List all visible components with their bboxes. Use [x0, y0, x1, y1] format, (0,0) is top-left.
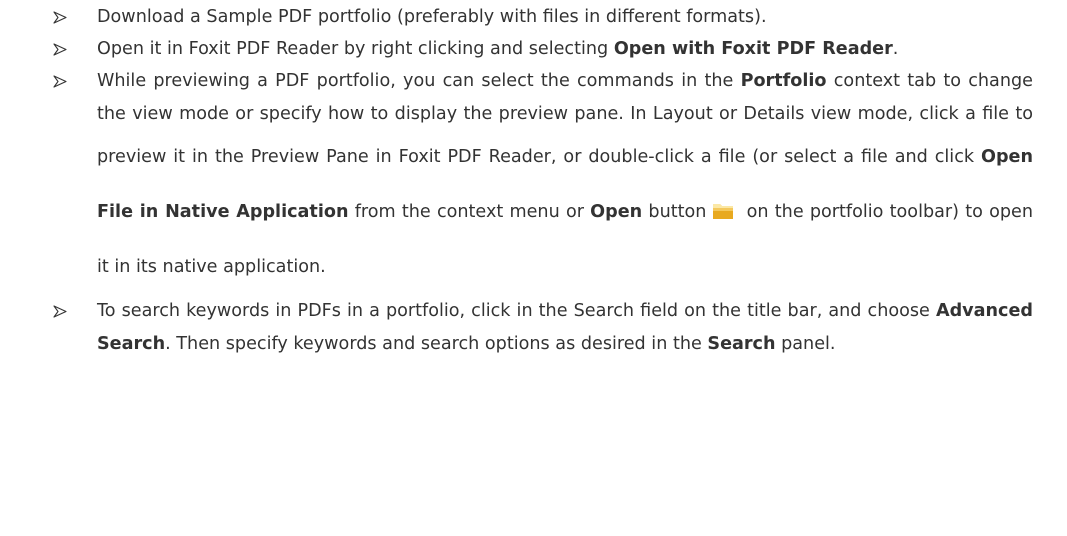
open-button-label: Open — [590, 202, 643, 222]
arrow-bullet-icon — [53, 305, 67, 318]
document-page: Download a Sample PDF portfolio (prefera… — [0, 0, 1067, 536]
item-text: panel. — [775, 333, 836, 354]
list-item: Download a Sample PDF portfolio (prefera… — [0, 1, 1033, 34]
item-text: Download a Sample PDF portfolio (prefera… — [97, 7, 767, 27]
item-text: . Then specify keywords and search optio… — [165, 333, 708, 354]
item-text: . — [892, 38, 899, 59]
portfolio-tab-label: Portfolio — [740, 71, 827, 91]
folder-icon — [712, 200, 734, 220]
list-item: To search keywords in PDFs in a portfoli… — [0, 295, 1033, 360]
item-text: button — [642, 202, 707, 222]
arrow-bullet-icon — [53, 11, 67, 24]
arrow-bullet-icon — [53, 75, 67, 88]
search-panel-label: Search — [707, 333, 776, 354]
arrow-bullet-icon — [53, 42, 67, 56]
item-text: from the context menu or — [348, 202, 591, 222]
list-item: Open it in Foxit PDF Reader by right cli… — [0, 33, 1033, 66]
item-text: While previewing a PDF portfolio, you ca… — [97, 71, 741, 91]
instruction-list: Download a Sample PDF portfolio (prefera… — [0, 0, 1067, 360]
item-text: Open it in Foxit PDF Reader by right cli… — [97, 38, 614, 59]
list-item: While previewing a PDF portfolio, you ca… — [0, 65, 1033, 295]
command-open-with-foxit: Open with Foxit PDF Reader — [613, 38, 893, 59]
item-text: To search keywords in PDFs in a portfoli… — [97, 301, 936, 321]
